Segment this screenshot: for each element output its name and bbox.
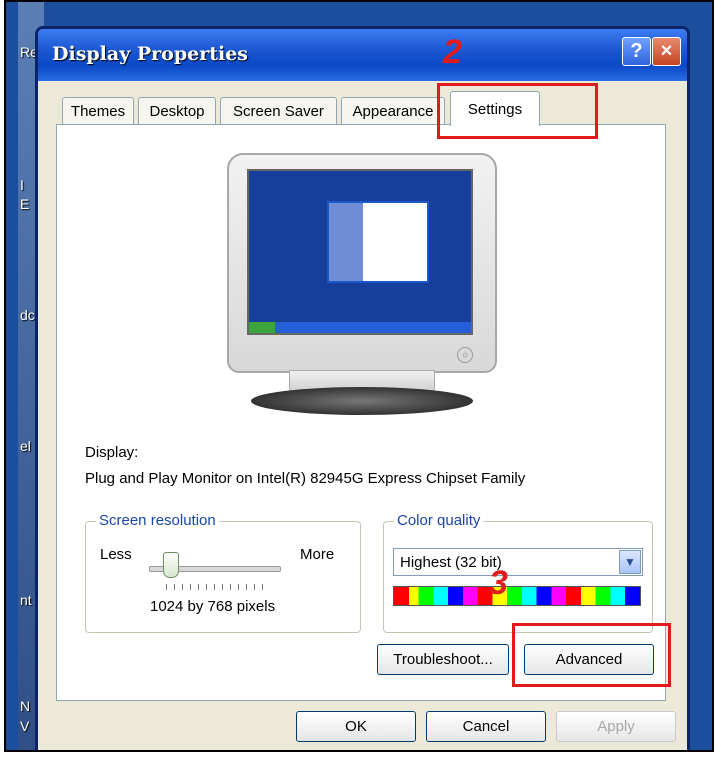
close-icon: ×: [660, 40, 673, 62]
resolution-value: 1024 by 768 pixels: [150, 598, 276, 615]
desktop-icon-label: nt: [20, 592, 32, 608]
apply-button[interactable]: Apply: [556, 711, 676, 742]
resolution-more-label: More: [300, 546, 335, 563]
ok-button[interactable]: OK: [296, 711, 416, 742]
step-3-marker: 3: [489, 564, 508, 602]
color-quality-select[interactable]: Highest (32 bit) ▼: [393, 548, 643, 576]
tab-appearance[interactable]: Appearance: [341, 97, 445, 125]
monitor-preview: ○: [227, 153, 497, 373]
desktop-icon-label: V: [20, 718, 30, 734]
screen-resolution-group: Screen resolution Less More 1024 by 768 …: [85, 512, 361, 633]
desktop-icon-label: dc: [20, 307, 35, 323]
monitor-stand-base: [251, 387, 473, 415]
desktop-icon-label: el: [20, 438, 31, 454]
dialog-title: Display Properties: [52, 43, 248, 65]
desktop-icon-label: I: [20, 177, 24, 193]
display-label: Display:: [85, 444, 139, 461]
resolution-slider-thumb[interactable]: [163, 552, 179, 578]
preview-taskbar: [249, 322, 471, 333]
resolution-slider-ticks: [166, 584, 266, 590]
color-quality-value: Highest (32 bit): [400, 554, 502, 571]
troubleshoot-button[interactable]: Troubleshoot...: [377, 644, 509, 675]
step-2-marker: 2: [443, 33, 462, 71]
help-icon: ?: [630, 40, 643, 62]
tab-themes[interactable]: Themes: [62, 97, 134, 125]
tab-settings[interactable]: Settings: [450, 91, 540, 126]
help-button[interactable]: ?: [622, 37, 651, 66]
preview-window: [327, 201, 429, 283]
color-quality-legend: Color quality: [394, 512, 484, 529]
chevron-down-icon[interactable]: ▼: [619, 550, 641, 574]
desktop-icon-label: E: [20, 196, 30, 212]
monitor-screen-preview: [247, 169, 473, 335]
settings-panel: ○ Display: Plug and Play Monitor on Inte…: [56, 124, 666, 701]
title-bar[interactable]: Display Properties ? ×: [38, 29, 687, 81]
screenshot-frame: Re I E dc el nt N V Display Properties ?…: [4, 0, 714, 752]
tab-desktop[interactable]: Desktop: [138, 97, 216, 125]
display-properties-dialog: Display Properties ? × Themes Desktop Sc…: [35, 26, 690, 750]
screen-resolution-legend: Screen resolution: [96, 512, 219, 529]
resolution-less-label: Less: [100, 546, 132, 563]
tab-screen-saver[interactable]: Screen Saver: [220, 97, 337, 125]
color-quality-preview: [393, 586, 641, 606]
color-quality-group: Color quality Highest (32 bit) ▼: [383, 512, 653, 633]
close-button[interactable]: ×: [652, 37, 681, 66]
monitor-power-icon: ○: [457, 347, 473, 363]
display-device-name: Plug and Play Monitor on Intel(R) 82945G…: [85, 470, 526, 487]
cancel-button[interactable]: Cancel: [426, 711, 546, 742]
advanced-highlight-box: [512, 623, 671, 687]
desktop-icon-label: N: [20, 698, 31, 714]
